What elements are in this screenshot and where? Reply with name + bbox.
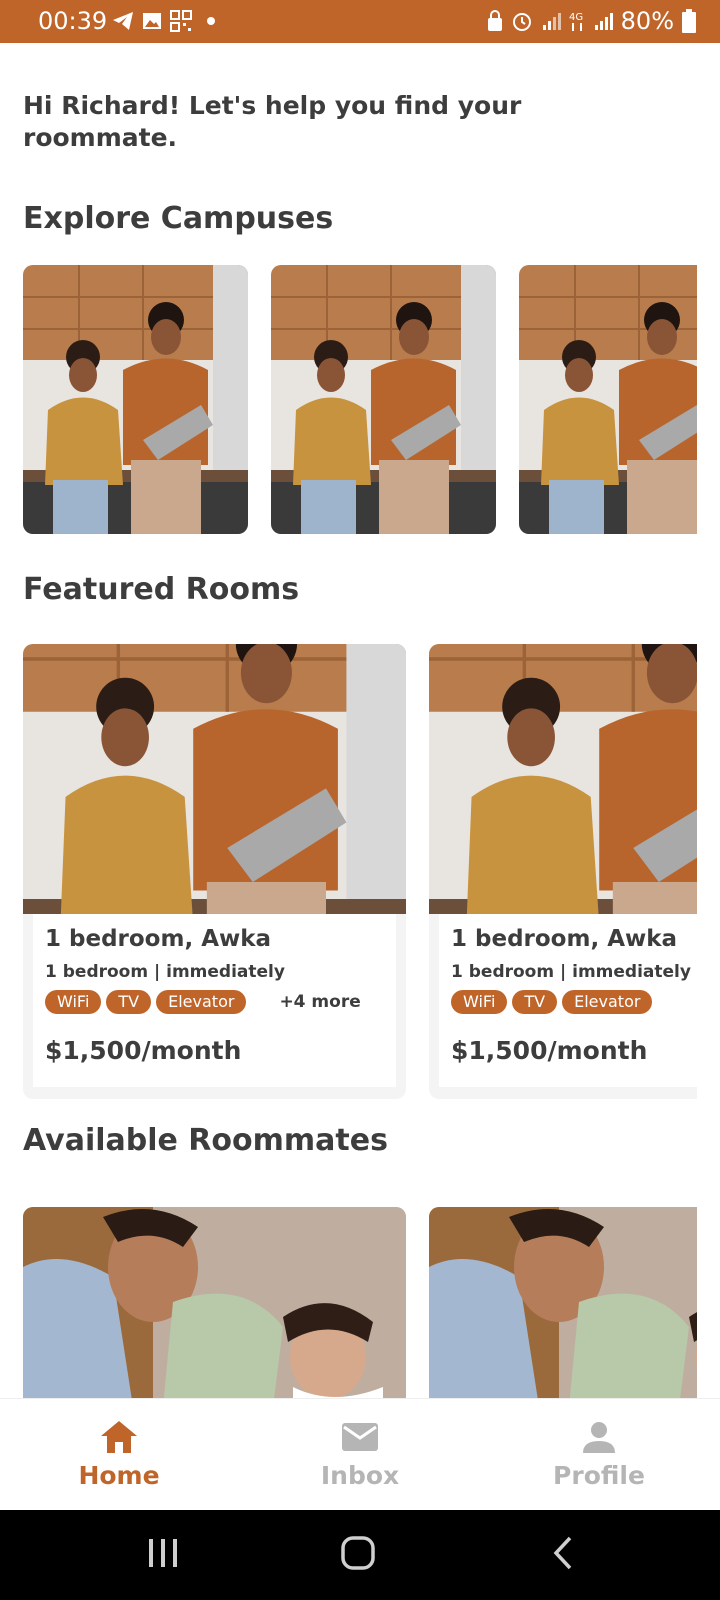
amenity-tag: WiFi bbox=[45, 990, 102, 1014]
battery-icon bbox=[682, 9, 696, 33]
room-info: 1 bedroom, Awka 1 bedroom | immediately … bbox=[439, 914, 697, 1087]
roommate-image bbox=[429, 1207, 697, 1398]
back-icon[interactable] bbox=[546, 1535, 582, 1571]
lock-icon bbox=[487, 10, 502, 31]
amenity-tags: WiFi TV Elevator +4 more bbox=[45, 990, 384, 1014]
campus-card[interactable] bbox=[519, 265, 697, 534]
campus-card[interactable] bbox=[271, 265, 496, 534]
signal-icon bbox=[542, 13, 561, 30]
status-icons-right: 4G 80% bbox=[487, 7, 696, 35]
roommates-carousel[interactable] bbox=[23, 1207, 697, 1398]
alarm-icon bbox=[512, 13, 531, 31]
room-title: 1 bedroom, Awka bbox=[451, 926, 678, 952]
4g-icon: 4G bbox=[569, 12, 583, 31]
signal-icon-2 bbox=[594, 13, 613, 30]
section-title-campuses: Explore Campuses bbox=[23, 201, 334, 236]
amenity-tags: WiFi TV Elevator bbox=[451, 990, 697, 1014]
battery-percent: 80% bbox=[620, 7, 674, 35]
room-card[interactable]: 1 bedroom, Awka 1 bedroom | immediately … bbox=[23, 644, 406, 1099]
amenity-tag: TV bbox=[106, 990, 152, 1014]
system-nav-bar bbox=[0, 1510, 720, 1600]
section-title-rooms: Featured Rooms bbox=[23, 572, 300, 607]
status-time: 00:39 bbox=[38, 7, 108, 35]
room-card[interactable]: 1 bedroom, Awka 1 bedroom | immediately … bbox=[429, 644, 697, 1099]
room-price: $1,500/month bbox=[451, 1036, 648, 1065]
nav-home[interactable]: Home bbox=[49, 1419, 189, 1490]
campus-image bbox=[271, 265, 496, 534]
room-image bbox=[429, 644, 697, 914]
campus-carousel[interactable] bbox=[23, 265, 697, 534]
nav-profile-label: Profile bbox=[553, 1461, 645, 1490]
recent-apps-icon[interactable] bbox=[145, 1535, 181, 1571]
room-price: $1,500/month bbox=[45, 1036, 242, 1065]
person-icon bbox=[583, 1422, 615, 1453]
nav-inbox-label: Inbox bbox=[320, 1461, 400, 1490]
amenity-tag: TV bbox=[512, 990, 558, 1014]
status-icons-left bbox=[112, 10, 222, 32]
room-subtitle: 1 bedroom | immediately bbox=[451, 962, 691, 982]
roommate-image bbox=[23, 1207, 406, 1398]
qr-icon bbox=[170, 10, 192, 32]
nav-profile[interactable]: Profile bbox=[529, 1419, 669, 1490]
campus-image bbox=[519, 265, 697, 534]
roommate-card[interactable] bbox=[429, 1207, 697, 1398]
greeting-text: Hi Richard! Let's help you find your roo… bbox=[23, 91, 522, 152]
roommate-card[interactable] bbox=[23, 1207, 406, 1398]
mail-icon bbox=[342, 1423, 378, 1451]
amenity-tag: Elevator bbox=[562, 990, 653, 1014]
home-icon bbox=[101, 1421, 137, 1453]
gallery-icon bbox=[143, 13, 161, 29]
bottom-nav: Home Inbox Profile bbox=[0, 1398, 720, 1510]
status-bar: 00:39 4G 80% bbox=[0, 0, 720, 43]
room-image bbox=[23, 644, 406, 914]
dot-icon bbox=[207, 17, 215, 25]
nav-inbox[interactable]: Inbox bbox=[290, 1419, 430, 1490]
more-amenities-link[interactable]: +4 more bbox=[279, 992, 360, 1012]
section-title-roommates: Available Roommates bbox=[23, 1123, 388, 1158]
nav-home-label: Home bbox=[78, 1461, 160, 1490]
rooms-carousel[interactable]: 1 bedroom, Awka 1 bedroom | immediately … bbox=[23, 644, 697, 1099]
home-button-icon[interactable] bbox=[340, 1535, 376, 1571]
campus-card[interactable] bbox=[23, 265, 248, 534]
room-subtitle: 1 bedroom | immediately bbox=[45, 962, 285, 982]
svg-text:4G: 4G bbox=[569, 12, 583, 23]
home-content[interactable]: Hi Richard! Let's help you find your roo… bbox=[0, 43, 720, 1398]
room-info: 1 bedroom, Awka 1 bedroom | immediately … bbox=[33, 914, 396, 1087]
amenity-tag: WiFi bbox=[451, 990, 508, 1014]
amenity-tag: Elevator bbox=[156, 990, 247, 1014]
telegram-icon bbox=[113, 12, 133, 30]
room-title: 1 bedroom, Awka bbox=[45, 926, 272, 952]
campus-image bbox=[23, 265, 248, 534]
